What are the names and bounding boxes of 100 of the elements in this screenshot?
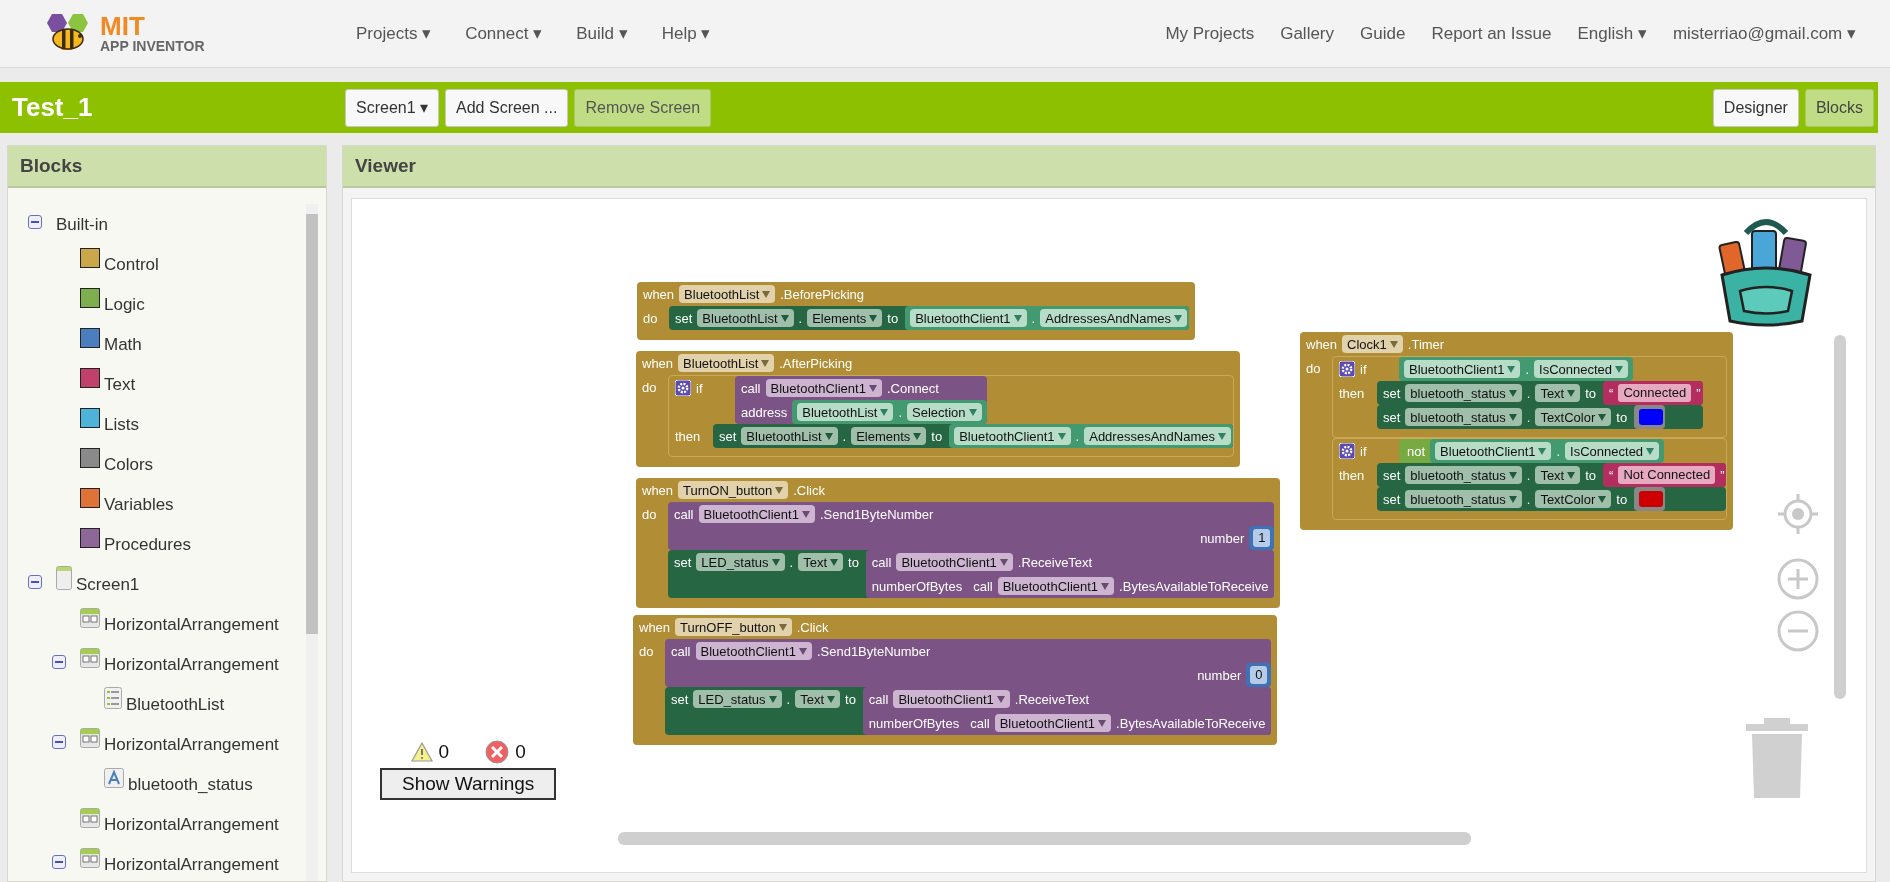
dropdown-field[interactable]: BluetoothClient1 <box>695 642 812 660</box>
tree-item[interactable]: Colors <box>80 449 154 475</box>
dropdown-field[interactable]: BluetoothList <box>697 309 794 327</box>
dropdown-field[interactable]: AddressesAndNames <box>1040 309 1187 327</box>
dropdown-field[interactable]: BluetoothClient1 <box>896 553 1013 571</box>
nav-link[interactable]: Gallery <box>1270 17 1345 50</box>
dropdown-field[interactable]: Elements <box>851 427 927 445</box>
dropdown-field[interactable]: BluetoothClient1 <box>910 309 1027 327</box>
tree-item[interactable]: HorizontalArrangement <box>80 649 279 675</box>
event-block[interactable]: when BluetoothList .AfterPicking do if call BluetoothClient1 .Connect address BluetoothList . Selection then set BluetoothList . Elements to BluetoothClient1 . AddressesAndNames <box>636 351 1240 467</box>
dropdown-field[interactable]: BluetoothList <box>678 354 775 372</box>
dropdown-field[interactable]: BluetoothList <box>741 427 838 445</box>
set-block[interactable]: set bluetooth_status . TextColor to <box>1377 405 1703 429</box>
string-field[interactable]: Not Connected <box>1618 466 1716 484</box>
collapse-toggle[interactable] <box>28 215 42 229</box>
dropdown-field[interactable]: BluetoothList <box>679 285 776 303</box>
getter-block[interactable]: BluetoothClient1 . AddressesAndNames <box>949 424 1233 448</box>
dropdown-field[interactable]: Text <box>798 553 843 571</box>
nav-link[interactable]: Report an Issue <box>1421 17 1562 50</box>
scrollbar[interactable] <box>306 204 318 881</box>
view-tab[interactable]: Designer <box>1712 88 1799 127</box>
event-block[interactable]: when TurnOFF_button .Click do call BluetoothClient1 .Send1ByteNumber number 0 set LED_status . Text to call BluetoothClient1 .ReceiveText numberOfBytes call BluetoothClient1 .BytesAvailableToReceive <box>633 615 1278 745</box>
set-block[interactable]: set LED_status . Text to call BluetoothClient1 .ReceiveText numberOfBytes call BluetoothClient1 .BytesAvailableToReceive <box>665 687 1272 735</box>
gear-icon[interactable] <box>675 380 691 396</box>
tree-item[interactable]: Text <box>80 369 136 395</box>
call-block[interactable]: call BluetoothClient1 .Send1ByteNumber number 1 <box>668 502 1275 550</box>
show-warnings-button[interactable]: Show Warnings <box>380 768 557 800</box>
view-tab[interactable]: Blocks <box>1804 88 1874 127</box>
collapse-toggle[interactable] <box>52 855 66 869</box>
gear-icon[interactable] <box>1339 361 1355 377</box>
dropdown-field[interactable]: BluetoothClient1 <box>698 505 815 523</box>
dropdown-field[interactable]: TextColor <box>1535 490 1612 508</box>
tree-item[interactable]: BluetoothList <box>104 689 225 715</box>
dropdown-field[interactable]: BluetoothClient1 <box>954 427 1071 445</box>
dropdown-field[interactable]: AddressesAndNames <box>1084 427 1231 445</box>
if-block[interactable]: if not BluetoothClient1 . IsConnected then set bluetooth_status . Text to “ Not Connected ” set bluetooth_status . TextColor to <box>1332 438 1728 520</box>
color-swatch[interactable] <box>1639 409 1664 425</box>
tree-item[interactable]: Logic <box>80 289 145 315</box>
event-block[interactable] <box>1300 332 1734 530</box>
nav-link[interactable]: Guide <box>1350 17 1416 50</box>
collapse-toggle[interactable] <box>52 655 66 669</box>
dropdown-field[interactable]: bluetooth_status <box>1405 384 1522 402</box>
not-block[interactable]: not BluetoothClient1 . IsConnected <box>1399 439 1665 463</box>
nav-menu[interactable]: Connect ▾ <box>455 17 553 50</box>
nav-menu[interactable]: Build ▾ <box>566 17 638 50</box>
dropdown-field[interactable]: Text <box>795 690 840 708</box>
nav-link[interactable]: My Projects <box>1155 17 1265 50</box>
set-block[interactable]: set BluetoothList . Elements to BluetoothClient1 . AddressesAndNames <box>713 424 1233 448</box>
dropdown-field[interactable]: IsConnected <box>1565 442 1660 460</box>
gear-icon[interactable] <box>1339 443 1355 459</box>
if-block[interactable]: if BluetoothClient1 . IsConnected then set bluetooth_status . Text to “ Connected ” set bluetooth_status . TextColor to <box>1332 356 1728 438</box>
event-block[interactable]: when BluetoothList .BeforePicking do set BluetoothList . Elements to BluetoothClient1 . AddressesAndNames <box>637 282 1195 340</box>
dropdown-field[interactable]: Elements <box>807 309 883 327</box>
dropdown-field[interactable]: TextColor <box>1535 408 1612 426</box>
call-block[interactable]: call BluetoothClient1 .Connect address BluetoothList . Selection <box>735 376 987 424</box>
tree-item[interactable]: Procedures <box>80 529 191 555</box>
dropdown-field[interactable]: TurnON_button <box>678 481 789 499</box>
dropdown-field[interactable]: Text <box>1535 466 1581 484</box>
toolbar-button[interactable]: Add Screen ... <box>445 88 569 127</box>
tree-item[interactable]: Variables <box>80 489 174 515</box>
text-block[interactable]: “ Not Connected ” <box>1603 463 1727 487</box>
set-block[interactable]: set bluetooth_status . TextColor to <box>1377 487 1727 511</box>
dropdown-field[interactable]: BluetoothClient1 <box>1404 360 1521 378</box>
if-block[interactable]: if call BluetoothClient1 .Connect address BluetoothList . Selection then set BluetoothList . Elements to BluetoothClient1 . AddressesAndNames <box>668 375 1234 457</box>
event-block[interactable]: when TurnON_button .Click do call BluetoothClient1 .Send1ByteNumber number 1 set LED_status . Text to call BluetoothClient1 .ReceiveText numberOfBytes call BluetoothClient1 .BytesAvailableToReceive <box>636 478 1281 608</box>
tree-item[interactable]: HorizontalArrangement <box>80 849 279 875</box>
toolbar-button[interactable]: Screen1 ▾ <box>345 88 440 127</box>
collapse-toggle[interactable] <box>28 575 42 589</box>
dropdown-field[interactable]: TurnOFF_button <box>675 618 792 636</box>
dropdown-field[interactable]: BluetoothList <box>797 403 894 421</box>
text-block[interactable]: “ Connected ” <box>1603 381 1703 405</box>
nav-link[interactable]: English ▾ <box>1567 17 1657 50</box>
call-block[interactable]: call BluetoothClient1 .ReceiveText numberOfBytes call BluetoothClient1 .BytesAvailableToReceive <box>865 550 1275 598</box>
call-block[interactable]: call BluetoothClient1 .Send1ByteNumber number 0 <box>665 639 1272 687</box>
set-block[interactable]: set bluetooth_status . Text to “ Not Connected ” <box>1377 463 1727 487</box>
dropdown-field[interactable]: bluetooth_status <box>1405 408 1522 426</box>
set-block[interactable]: set bluetooth_status . Text to “ Connected ” <box>1377 381 1703 405</box>
tree-item[interactable]: HorizontalArrangement <box>80 609 279 635</box>
color-swatch[interactable] <box>1639 491 1664 507</box>
getter-block[interactable]: BluetoothList . Selection <box>792 400 987 424</box>
nav-menu[interactable]: Projects ▾ <box>346 17 442 50</box>
dropdown-field[interactable]: bluetooth_status <box>1405 466 1522 484</box>
getter-block[interactable]: BluetoothClient1 . IsConnected <box>1430 439 1665 463</box>
dropdown-field[interactable]: Selection <box>907 403 982 421</box>
dropdown-field[interactable]: BluetoothClient1 <box>765 379 882 397</box>
dropdown-field[interactable]: BluetoothClient1 <box>893 690 1010 708</box>
dropdown-field[interactable]: LED_status <box>696 553 785 571</box>
tree-item[interactable]: Control <box>80 249 159 275</box>
tree-item[interactable]: Math <box>80 329 142 355</box>
getter-block[interactable]: BluetoothClient1 . AddressesAndNames <box>905 306 1189 330</box>
tree-item[interactable]: Lists <box>80 409 139 435</box>
tree-item[interactable]: Screen1 <box>56 569 140 595</box>
tree-item[interactable]: HorizontalArrangement <box>80 729 279 755</box>
scrollbar[interactable] <box>618 832 1471 845</box>
getter-block[interactable]: BluetoothClient1 . IsConnected <box>1399 357 1634 381</box>
dropdown-field[interactable]: Text <box>1535 384 1581 402</box>
call-block[interactable]: call BluetoothClient1 .ReceiveText numberOfBytes call BluetoothClient1 .BytesAvailableToReceive <box>862 687 1272 735</box>
dropdown-field[interactable]: BluetoothClient1 <box>997 577 1115 595</box>
tree-item[interactable]: bluetooth_status <box>104 769 253 795</box>
dropdown-field[interactable]: bluetooth_status <box>1405 490 1522 508</box>
